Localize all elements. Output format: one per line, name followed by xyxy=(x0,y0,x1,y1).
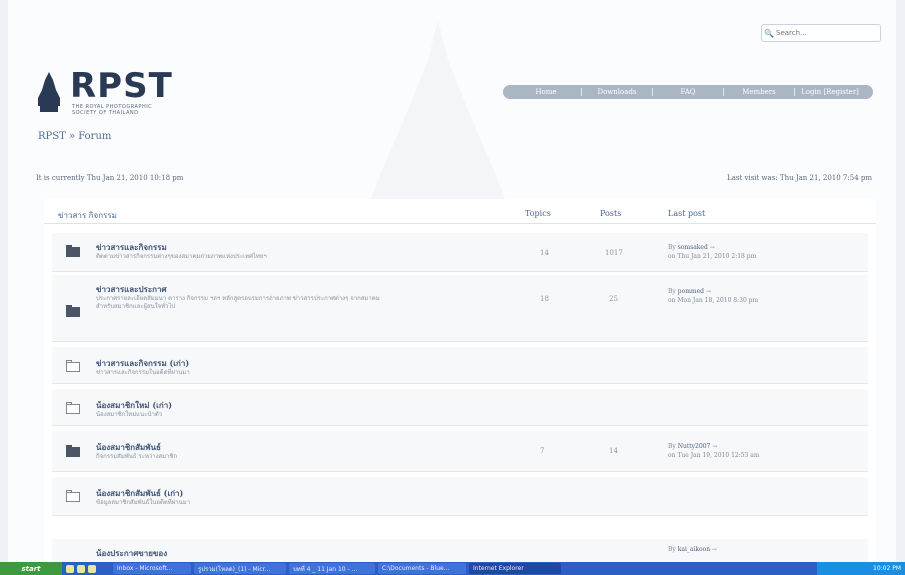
start-button[interactable]: start xyxy=(0,562,62,575)
forum-row[interactable]: น้องสมาชิกสัมพันธ์ (เก่า) ข้อมูลสมาชิกสั… xyxy=(52,477,868,516)
quick-launch xyxy=(62,562,110,575)
last-post-header: Last post xyxy=(668,209,706,218)
nav-faq[interactable]: FAQ xyxy=(652,88,723,96)
last-post-info: By somsaked → on Thu Jan 21, 2010 2:18 p… xyxy=(668,244,757,260)
breadcrumb[interactable]: RPST » Forum xyxy=(38,131,111,142)
taskbar-item[interactable]: บทที่ 4 _ 11 Jan 10 - ... xyxy=(289,563,375,574)
last-post-user[interactable]: somsaked xyxy=(678,244,708,251)
quick-launch-icon[interactable] xyxy=(66,564,74,573)
topics-count: 7 xyxy=(540,447,545,455)
forum-folder-icon xyxy=(66,445,80,457)
taskbar-item[interactable]: C:\Documents - Blue... xyxy=(378,563,466,574)
taskbar-clock: 10:02 PM xyxy=(873,565,901,572)
forum-folder-read-icon xyxy=(66,402,80,414)
category-title[interactable]: ข่าวสาร กิจกรรม xyxy=(58,209,117,222)
taskbar-item[interactable]: รูปรวม(โหลด)_(1) - Micr... xyxy=(194,563,286,574)
forum-description: กิจกรรมสัมพันธ์ ระหว่างสมาชิก xyxy=(96,453,178,460)
forum-description: ประกาศรายละเอียดสัมมนา ตาราง กิจกรรม ฯลฯ… xyxy=(96,295,380,310)
posts-header: Posts xyxy=(600,209,622,218)
topics-header: Topics xyxy=(525,209,551,218)
nav-members[interactable]: Members xyxy=(723,88,794,96)
forum-folder-read-icon xyxy=(66,490,80,502)
logo-text: RPST xyxy=(70,66,173,106)
forum-description: น้องสมาชิกใหม่แนะนำตัว xyxy=(96,411,163,418)
last-post-info: By pommed → on Mon Jan 18, 2010 8:30 pm xyxy=(668,288,759,304)
search-input[interactable] xyxy=(776,27,872,39)
rpst-emblem-icon xyxy=(38,72,60,112)
last-visit-time: Last visit was: Thu Jan 21, 2010 7:54 pm xyxy=(727,174,872,182)
nav-login-register[interactable]: Login [Register] xyxy=(794,88,865,96)
topics-count: 18 xyxy=(540,295,549,303)
view-latest-icon[interactable]: → xyxy=(706,288,711,295)
forum-folder-icon xyxy=(66,245,80,257)
current-time: It is currently Thu Jan 21, 2010 10:18 p… xyxy=(36,174,184,182)
posts-count: 25 xyxy=(609,295,618,303)
posts-count: 1017 xyxy=(605,249,623,257)
last-post-info: By Nutty2007 → on Tue Jan 19, 2010 12:53… xyxy=(668,443,760,459)
forum-page: 🔍 RPST THE ROYAL PHOTOGRAPHIC SOCIETY OF… xyxy=(8,0,896,569)
nav-home[interactable]: Home xyxy=(511,88,581,96)
site-logo[interactable]: RPST THE ROYAL PHOTOGRAPHIC SOCIETY OF T… xyxy=(36,68,176,116)
forum-list: ข่าวสาร กิจกรรม Topics Posts Last post ข… xyxy=(44,199,876,569)
forum-folder-read-icon xyxy=(66,360,80,372)
quick-launch-icon[interactable] xyxy=(88,564,96,573)
view-latest-icon[interactable]: → xyxy=(710,244,715,251)
logo-subtitle: THE ROYAL PHOTOGRAPHIC SOCIETY OF THAILA… xyxy=(72,104,153,116)
last-post-user[interactable]: Nutty2007 xyxy=(678,443,711,450)
search-box[interactable]: 🔍 xyxy=(761,24,881,42)
forum-row[interactable]: ข่าวสารและกิจกรรม (เก่า) ข่าวสารและกิจกร… xyxy=(52,347,868,384)
view-latest-icon[interactable]: → xyxy=(712,546,717,553)
forum-folder-icon xyxy=(66,305,80,317)
forum-description: ข่าวสารและกิจกรรมในอดีตที่ผ่านมา xyxy=(96,369,190,376)
forum-title[interactable]: น้องประกาศขายของ xyxy=(96,547,167,560)
view-latest-icon[interactable]: → xyxy=(712,443,717,450)
forum-description: ติดตามข่าวสารกิจกรรมต่างๆของสมาคมถ่ายภาพ… xyxy=(96,253,267,260)
forum-row[interactable]: ข่าวสารและประกาศ ประกาศรายละเอียดสัมมนา … xyxy=(52,275,868,342)
forum-description: ข้อมูลสมาชิกสัมพันธ์ในอดีตที่ผ่านมา xyxy=(96,499,191,506)
nav-downloads[interactable]: Downloads xyxy=(581,88,652,96)
forum-header: ข่าวสาร กิจกรรม Topics Posts Last post xyxy=(44,199,876,224)
last-post-user[interactable]: kai_aikoon xyxy=(678,546,710,553)
system-tray: 10:02 PM xyxy=(817,562,905,575)
topics-count: 14 xyxy=(540,249,549,257)
last-post-info: By kai_aikoon → xyxy=(668,546,718,553)
taskbar-item-active[interactable]: Internet Explorer xyxy=(469,563,561,574)
forum-row[interactable]: ข่าวสารและกิจกรรม ติดตามข่าวสารกิจกรรมต่… xyxy=(52,233,868,272)
forum-row[interactable]: น้องสมาชิกใหม่ (เก่า) น้องสมาชิกใหม่แนะน… xyxy=(52,389,868,426)
quick-launch-icon[interactable] xyxy=(77,564,85,573)
forum-row[interactable]: น้องสมาชิกสัมพันธ์ กิจกรรมสัมพันธ์ ระหว่… xyxy=(52,431,868,472)
search-icon: 🔍 xyxy=(764,28,774,38)
posts-count: 14 xyxy=(609,447,618,455)
windows-taskbar: start Inbox - Microsoft... รูปรวม(โหลด)_… xyxy=(0,562,905,575)
taskbar-item[interactable]: Inbox - Microsoft... xyxy=(113,563,191,574)
main-nav: Home Downloads FAQ Members Login [Regist… xyxy=(503,85,873,99)
forum-row[interactable]: น้องประกาศขายของ By kai_aikoon → xyxy=(52,539,868,564)
last-post-user[interactable]: pommed xyxy=(678,288,704,295)
